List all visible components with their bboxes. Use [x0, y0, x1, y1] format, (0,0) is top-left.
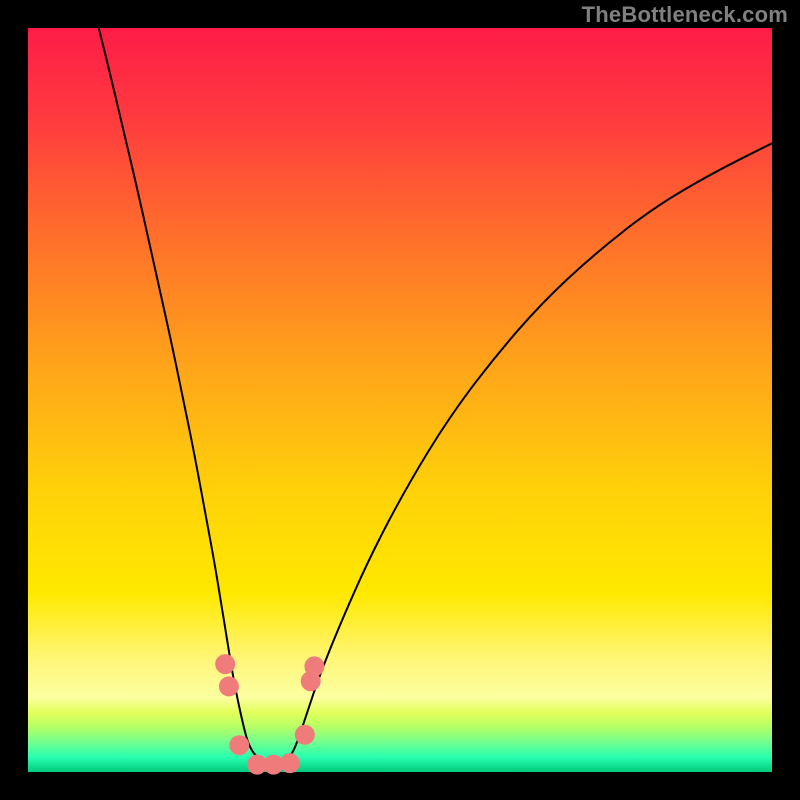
- marker-dot: [304, 656, 324, 676]
- bottleneck-chart: [0, 0, 800, 800]
- marker-dot: [215, 654, 235, 674]
- plot-area: [28, 28, 772, 772]
- marker-dot: [229, 735, 249, 755]
- marker-dot: [295, 725, 315, 745]
- marker-dot: [280, 753, 300, 773]
- marker-dot: [219, 676, 239, 696]
- watermark-text: TheBottleneck.com: [582, 2, 788, 28]
- chart-frame: TheBottleneck.com: [0, 0, 800, 800]
